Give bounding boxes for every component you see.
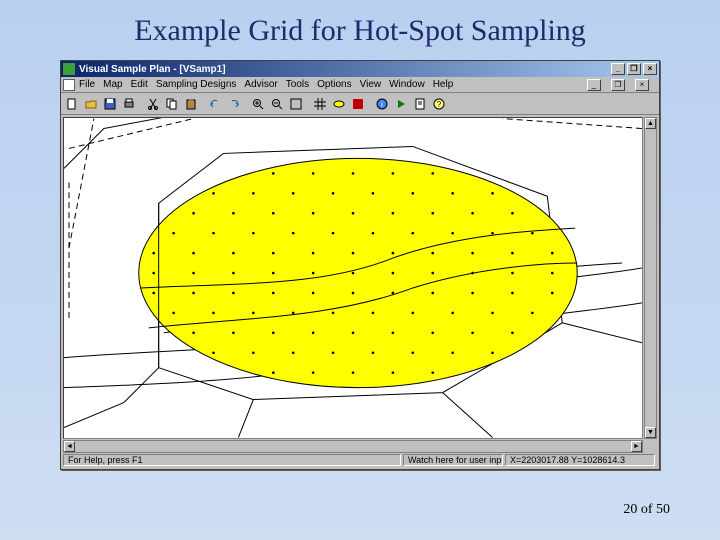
menu-options[interactable]: Options (317, 79, 351, 90)
menu-tools[interactable]: Tools (286, 79, 309, 90)
zoom-fit-icon[interactable] (287, 95, 305, 113)
print-icon[interactable] (120, 95, 138, 113)
app-icon (63, 63, 75, 75)
page-total: 50 (656, 502, 670, 517)
scroll-left-icon[interactable]: ◄ (64, 441, 75, 452)
run-icon[interactable] (392, 95, 410, 113)
scroll-up-icon[interactable]: ▲ (645, 118, 656, 129)
vertical-scrollbar[interactable]: ▲ ▼ (644, 117, 657, 439)
color-icon[interactable] (349, 95, 367, 113)
scroll-down-icon[interactable]: ▼ (645, 427, 656, 438)
svg-text:i: i (381, 100, 383, 109)
copy-icon[interactable] (163, 95, 181, 113)
report-icon[interactable] (411, 95, 429, 113)
zoom-in-icon[interactable] (249, 95, 267, 113)
cut-icon[interactable] (144, 95, 162, 113)
map-canvas[interactable] (63, 117, 643, 439)
menu-help[interactable]: Help (433, 79, 454, 90)
grid-icon[interactable] (311, 95, 329, 113)
svg-text:?: ? (437, 100, 442, 109)
open-icon[interactable] (82, 95, 100, 113)
redo-icon[interactable] (225, 95, 243, 113)
doc-minimize-button[interactable]: _ (587, 79, 601, 91)
menu-edit[interactable]: Edit (131, 79, 148, 90)
menu-view[interactable]: View (360, 79, 382, 90)
titlebar: Visual Sample Plan - [VSamp1] _ ❐ × (61, 61, 659, 77)
doc-maximize-button[interactable]: ❐ (611, 79, 625, 91)
menubar: File Map Edit Sampling Designs Advisor T… (61, 77, 659, 93)
doc-close-button[interactable]: × (635, 79, 649, 91)
help-icon[interactable]: ? (430, 95, 448, 113)
document-icon (63, 79, 75, 91)
status-coords: X=2203017.88 Y=1028614.3 (505, 454, 655, 466)
menu-sampling-designs[interactable]: Sampling Designs (156, 79, 237, 90)
menu-advisor[interactable]: Advisor (244, 79, 277, 90)
toolbar: i ? (61, 93, 659, 115)
menu-window[interactable]: Window (389, 79, 425, 90)
page-current: 20 (623, 502, 637, 517)
zoom-out-icon[interactable] (268, 95, 286, 113)
close-button[interactable]: × (643, 63, 657, 75)
menu-map[interactable]: Map (103, 79, 122, 90)
undo-icon[interactable] (206, 95, 224, 113)
app-window: Visual Sample Plan - [VSamp1] _ ❐ × File… (60, 60, 660, 470)
paste-icon[interactable] (182, 95, 200, 113)
shape-icon[interactable] (330, 95, 348, 113)
map-svg (64, 118, 642, 438)
minimize-button[interactable]: _ (611, 63, 625, 75)
save-icon[interactable] (101, 95, 119, 113)
new-icon[interactable] (63, 95, 81, 113)
info-icon[interactable]: i (373, 95, 391, 113)
menu-file[interactable]: File (79, 79, 95, 90)
horizontal-scrollbar[interactable]: ◄ ► (63, 440, 643, 453)
status-watch: Watch here for user input (403, 454, 503, 466)
scroll-right-icon[interactable]: ► (631, 441, 642, 452)
page-sep: of (637, 502, 656, 517)
status-help: For Help, press F1 (63, 454, 401, 466)
maximize-button[interactable]: ❐ (627, 63, 641, 75)
window-title: Visual Sample Plan - [VSamp1] (79, 64, 226, 75)
slide-title: Example Grid for Hot-Spot Sampling (0, 0, 720, 58)
statusbar: For Help, press F1 Watch here for user i… (63, 453, 657, 467)
page-counter: 20 of 50 (623, 502, 670, 518)
